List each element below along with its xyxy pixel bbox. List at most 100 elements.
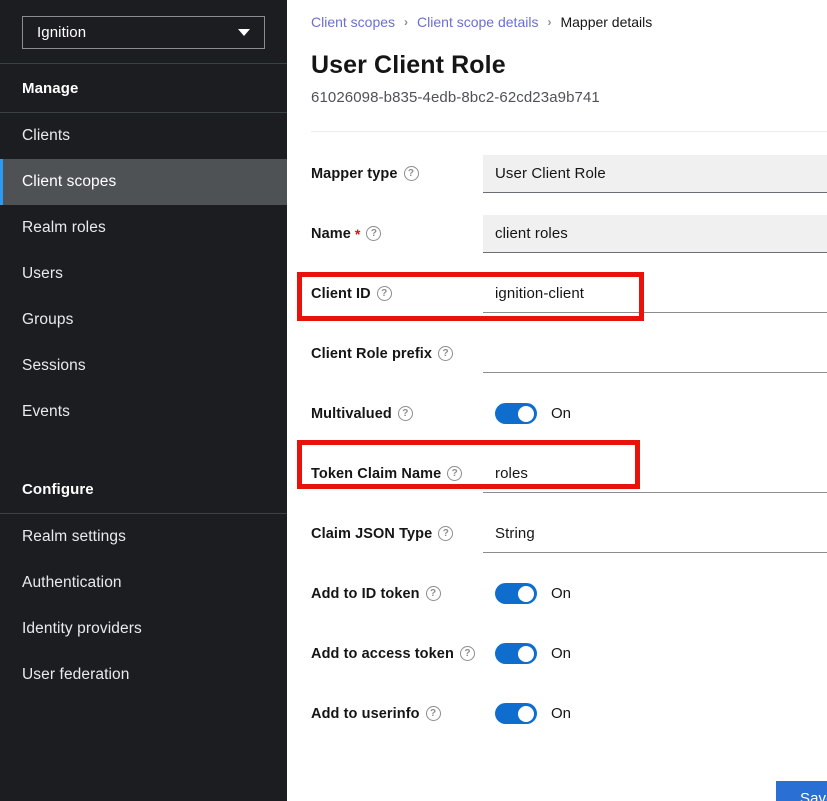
help-icon[interactable]: ? [366, 226, 382, 241]
help-icon[interactable]: ? [438, 346, 454, 361]
claim-json-type-input[interactable] [483, 514, 827, 553]
form-label-text: Add to access token [311, 645, 454, 662]
mapper-id: 61026098-b835-4edb-8bc2-62cd23a9b741 [311, 89, 600, 106]
sidebar-item-realm-roles[interactable]: Realm roles [0, 205, 287, 251]
toggle-wrapper: On [483, 583, 571, 604]
form-control-name [483, 214, 827, 253]
form-label-text: Add to userinfo [311, 705, 420, 722]
mapper-type-input[interactable] [483, 154, 827, 193]
add-to-id-token-toggle[interactable] [495, 583, 537, 604]
form-label-client-role-prefix: Client Role prefix ? [287, 346, 483, 362]
breadcrumb-item-client-scope-details[interactable]: Client scope details [417, 14, 538, 30]
add-to-userinfo-toggle[interactable] [495, 703, 537, 724]
sidebar-item-identity-providers[interactable]: Identity providers [0, 606, 287, 652]
help-icon[interactable]: ? [397, 406, 413, 421]
mapper-details-form: Mapper type ? Name * ? [287, 154, 827, 801]
form-row-add-to-access-token: Add to access token ? On [287, 634, 827, 673]
form-label-text: Client ID [311, 285, 371, 302]
form-label-add-to-userinfo: Add to userinfo ? [287, 706, 483, 722]
page-title: User Client Role [311, 51, 506, 79]
form-label-claim-json-type: Claim JSON Type ? [287, 526, 483, 542]
header-divider [311, 131, 827, 132]
nav-group-configure: Realm settings Authentication Identity p… [0, 514, 287, 698]
toggle-wrapper: On [483, 403, 571, 424]
sidebar-item-user-federation[interactable]: User federation [0, 652, 287, 698]
form-label-text: Name [311, 225, 351, 242]
toggle-knob [518, 705, 534, 722]
form-row-add-to-id-token: Add to ID token ? On [287, 574, 827, 613]
breadcrumb: Client scopes › Client scope details › M… [311, 12, 827, 32]
add-to-access-token-toggle[interactable] [495, 643, 537, 664]
help-icon[interactable]: ? [447, 466, 463, 481]
form-label-text: Client Role prefix [311, 345, 433, 362]
form-control-add-to-access-token: On [483, 643, 827, 664]
sidebar-item-groups[interactable]: Groups [0, 297, 287, 343]
form-control-add-to-userinfo: On [483, 703, 827, 724]
help-icon[interactable]: ? [425, 586, 441, 601]
page-header: Client scopes › Client scope details › M… [287, 0, 827, 132]
help-icon[interactable]: ? [376, 286, 392, 301]
save-button[interactable]: Save [776, 781, 827, 801]
form-control-client-role-prefix [483, 334, 827, 373]
client-id-input[interactable] [483, 274, 827, 313]
form-row-claim-json-type: Claim JSON Type ? [287, 514, 827, 553]
sidebar-item-users[interactable]: Users [0, 251, 287, 297]
sidebar-item-events[interactable]: Events [0, 389, 287, 435]
add-to-id-token-toggle-state: On [551, 585, 572, 602]
breadcrumb-separator-icon: › [547, 15, 552, 29]
multivalued-toggle-state: On [551, 405, 572, 422]
keycloak-admin-console: Ignition Manage Clients Client scopes Re… [0, 0, 827, 801]
help-icon[interactable]: ? [425, 706, 441, 721]
client-role-prefix-input[interactable] [483, 334, 827, 373]
form-label-text: Add to ID token [311, 585, 420, 602]
form-label-text: Claim JSON Type [311, 525, 433, 542]
main-content: Client scopes › Client scope details › M… [287, 0, 827, 801]
sidebar-item-authentication[interactable]: Authentication [0, 560, 287, 606]
form-label-mapper-type: Mapper type ? [287, 166, 483, 182]
sidebar-item-clients[interactable]: Clients [0, 113, 287, 159]
form-label-text: Token Claim Name [311, 465, 442, 482]
form-control-claim-json-type [483, 514, 827, 553]
nav-group-manage: Clients Client scopes Realm roles Users … [0, 113, 287, 435]
realm-selector-label: Ignition [37, 24, 87, 41]
form-row-name: Name * ? [287, 214, 827, 253]
form-label-token-claim-name: Token Claim Name ? [287, 466, 483, 482]
form-row-multivalued: Multivalued ? On [287, 394, 827, 433]
form-label-add-to-id-token: Add to ID token ? [287, 586, 483, 602]
form-control-client-id [483, 274, 827, 313]
form-control-token-claim-name [483, 454, 827, 493]
sidebar-item-realm-settings[interactable]: Realm settings [0, 514, 287, 560]
form-label-client-id: Client ID ? [287, 286, 483, 302]
sidebar-item-sessions[interactable]: Sessions [0, 343, 287, 389]
nav-group-title-configure: Configure [22, 481, 94, 498]
nav-group-title-manage: Manage [22, 80, 79, 97]
toggle-wrapper: On [483, 643, 571, 664]
form-control-multivalued: On [483, 403, 827, 424]
realm-selector[interactable]: Ignition [22, 16, 265, 49]
form-label-add-to-access-token: Add to access token ? [287, 646, 483, 662]
form-actions: Save Cancel [287, 781, 827, 801]
multivalued-toggle[interactable] [495, 403, 537, 424]
required-asterisk: * [354, 225, 361, 242]
realm-selector-container: Ignition [0, 0, 287, 63]
form-row-add-to-userinfo: Add to userinfo ? On [287, 694, 827, 733]
form-row-client-id: Client ID ? [287, 274, 827, 313]
token-claim-name-input[interactable] [483, 454, 827, 493]
name-input[interactable] [483, 214, 827, 253]
form-label-text: Mapper type [311, 165, 398, 182]
breadcrumb-item-client-scopes[interactable]: Client scopes [311, 14, 395, 30]
form-label-text: Multivalued [311, 405, 392, 422]
sidebar-item-client-scopes[interactable]: Client scopes [0, 159, 287, 205]
breadcrumb-separator-icon: › [404, 15, 409, 29]
form-control-mapper-type [483, 154, 827, 193]
help-icon[interactable]: ? [438, 526, 454, 541]
help-icon[interactable]: ? [459, 646, 475, 661]
form-control-add-to-id-token: On [483, 583, 827, 604]
breadcrumb-item-mapper-details: Mapper details [560, 14, 653, 30]
form-row-token-claim-name: Token Claim Name ? [287, 454, 827, 493]
chevron-down-icon [238, 29, 250, 36]
toggle-knob [518, 405, 534, 422]
sidebar: Ignition Manage Clients Client scopes Re… [0, 0, 287, 801]
help-icon[interactable]: ? [403, 166, 419, 181]
